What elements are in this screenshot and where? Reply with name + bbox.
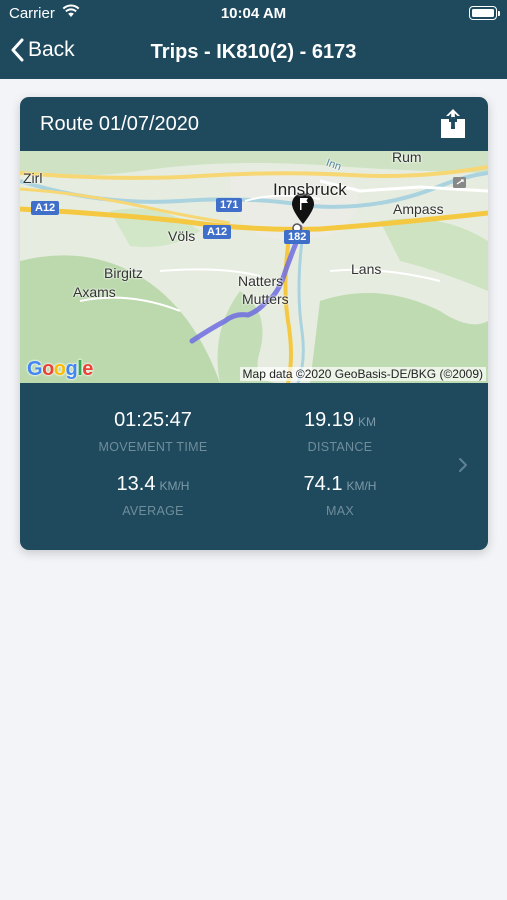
chevron-right-icon xyxy=(459,458,467,472)
map-label-ampass: Ampass xyxy=(393,201,444,217)
average-value: 13.4 xyxy=(116,473,156,495)
clock: 10:04 AM xyxy=(220,5,287,22)
map-base xyxy=(20,151,488,383)
max-label: MAX xyxy=(326,504,354,518)
stat-max: 74.1 KM/H MAX xyxy=(220,473,460,518)
map-label-lans: Lans xyxy=(351,261,382,277)
page-title: Trips - IK810(2) - 6173 xyxy=(150,41,357,63)
road-shield-182: 182 xyxy=(284,230,311,244)
route-card: Route 01/07/2020 Rum Zirl Inn Innsbruck … xyxy=(20,97,488,550)
trip-stats[interactable]: 01:25:47 MOVEMENT TIME 19.19 KM DISTANCE … xyxy=(20,383,488,550)
road-shield-a12: A12 xyxy=(31,201,60,215)
map-label-axams: Axams xyxy=(73,284,116,300)
map-label-mutters: Mutters xyxy=(242,291,289,307)
status-bar: Carrier 10:04 AM xyxy=(0,0,507,26)
movement-time-value: 01:25:47 xyxy=(114,409,192,431)
map-label-vols: Völs xyxy=(168,228,196,244)
stat-distance: 19.19 KM DISTANCE xyxy=(220,409,460,454)
google-logo: Google xyxy=(27,358,93,380)
average-unit: KM/H xyxy=(159,479,190,493)
map-label-birgitz: Birgitz xyxy=(104,265,143,281)
map-label-innsbruck: Innsbruck xyxy=(273,180,347,199)
route-map[interactable]: Rum Zirl Inn Innsbruck Ampass Völs Birgi… xyxy=(20,151,488,383)
map-label-natters: Natters xyxy=(238,273,284,289)
distance-value: 19.19 xyxy=(303,409,355,431)
map-attribution: Map data ©2020 GeoBasis-DE/BKG (©2009) xyxy=(239,367,486,381)
card-header: Route 01/07/2020 xyxy=(20,97,488,151)
road-shield-171: 171 xyxy=(216,198,243,212)
map-label-rum: Rum xyxy=(392,151,422,165)
max-unit: KM/H xyxy=(346,479,377,493)
route-title: Route 01/07/2020 xyxy=(40,113,200,135)
distance-unit: KM xyxy=(358,415,377,429)
distance-label: DISTANCE xyxy=(307,440,373,454)
battery-icon xyxy=(469,6,500,20)
road-shield-a12-mid: A12 xyxy=(203,225,232,239)
share-icon xyxy=(441,109,465,138)
max-value: 74.1 xyxy=(303,473,343,495)
navigation-bar: Back Trips - IK810(2) - 6173 xyxy=(0,26,507,79)
share-button[interactable] xyxy=(440,109,466,139)
map-label-zirl: Zirl xyxy=(23,170,43,186)
